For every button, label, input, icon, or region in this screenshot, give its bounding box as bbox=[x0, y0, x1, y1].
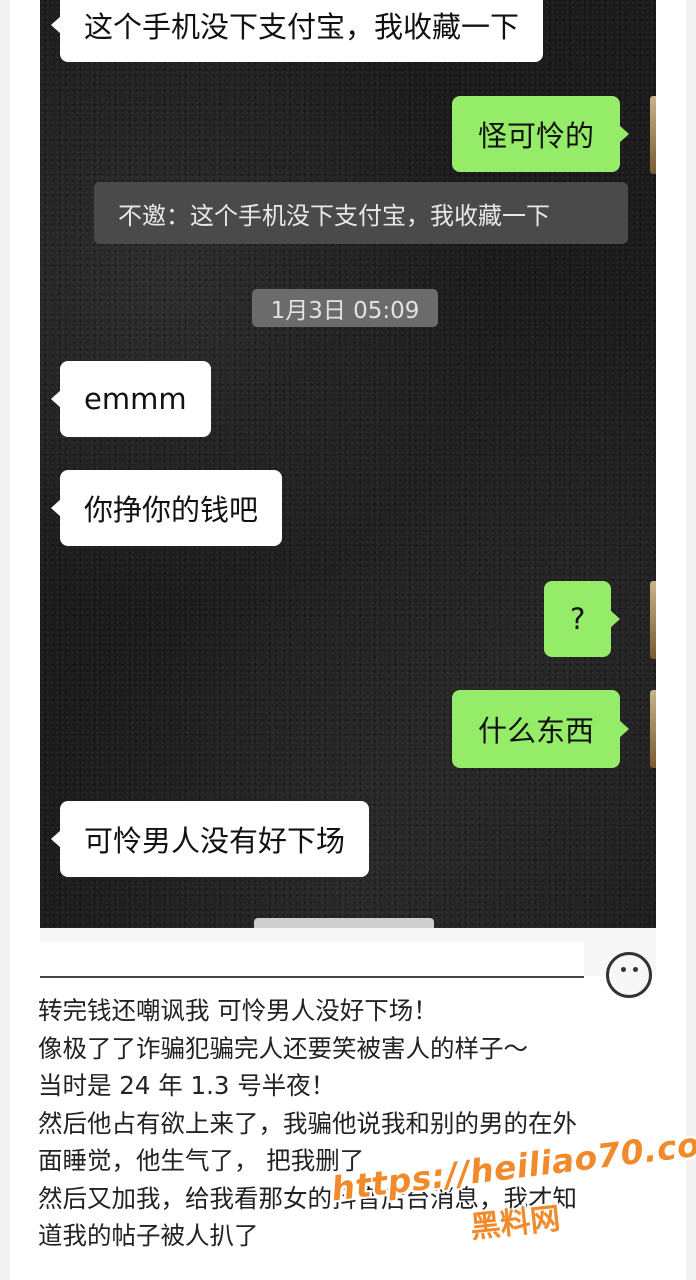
message-text: 你挣你的钱吧 bbox=[84, 493, 259, 527]
chat-input-bar bbox=[40, 928, 656, 998]
message-bubble-incoming[interactable]: 可怜男人没有好下场 bbox=[50, 801, 370, 877]
message-bubble-outgoing[interactable]: ? bbox=[544, 581, 621, 657]
message-text: 可怜男人没有好下场 bbox=[84, 824, 346, 858]
watermark-site-name: 黑料网 bbox=[468, 1201, 562, 1246]
message-bubble-incoming[interactable]: 你挣你的钱吧 bbox=[50, 470, 283, 546]
own-avatar[interactable] bbox=[650, 690, 656, 768]
emoji-eye bbox=[621, 967, 626, 972]
own-avatar[interactable] bbox=[650, 96, 656, 174]
post-caption: 转完钱还嘲讽我 可怜男人没好下场！ 像极了了诈骗犯骗完人还要笑被害人的样子～ 当… bbox=[38, 992, 658, 1255]
quoted-message[interactable]: 不邀：这个手机没下支付宝，我收藏一下 bbox=[94, 182, 628, 244]
message-bubble-incoming[interactable]: emmm bbox=[51, 361, 211, 437]
timestamp-text: 1月3日 05:09 bbox=[270, 298, 420, 324]
message-bubble-incoming[interactable]: 这个手机没下支付宝，我收藏一下 bbox=[50, 0, 544, 62]
chat-timestamp: 1月3日 05:09 bbox=[252, 289, 438, 327]
message-text: 什么东西 bbox=[478, 714, 595, 748]
message-text: ? bbox=[570, 602, 586, 636]
quoted-text: 不邀：这个手机没下支付宝，我收藏一下 bbox=[118, 201, 550, 230]
caption-line: 然后他占有欲上来了，我骗他说我和别的男的在外 bbox=[38, 1108, 577, 1138]
page-margin-left bbox=[0, 0, 10, 1280]
page-margin-right bbox=[686, 0, 696, 1280]
message-text: emmm bbox=[84, 382, 187, 416]
caption-line: 当时是 24 年 1.3 号半夜！ bbox=[38, 1071, 336, 1100]
scroll-indicator bbox=[254, 918, 434, 928]
emoji-eye bbox=[633, 967, 638, 972]
chat-screenshot: 这个手机没下支付宝，我收藏一下 怪可怜的 不邀：这个手机没下支付宝，我收藏一下 … bbox=[40, 0, 656, 928]
own-avatar[interactable] bbox=[650, 581, 656, 659]
message-bubble-outgoing[interactable]: 什么东西 bbox=[452, 690, 630, 768]
message-text: 这个手机没下支付宝，我收藏一下 bbox=[84, 10, 520, 44]
caption-line: 像极了了诈骗犯骗完人还要笑被害人的样子～ bbox=[38, 1033, 528, 1063]
caption-line: 转完钱还嘲讽我 可怜男人没好下场！ bbox=[38, 996, 438, 1025]
caption-line: 道我的帖子被人扒了 bbox=[38, 1221, 259, 1250]
message-bubble-outgoing[interactable]: 怪可怜的 bbox=[452, 96, 630, 172]
message-input[interactable] bbox=[40, 942, 584, 978]
message-text: 怪可怜的 bbox=[478, 119, 595, 153]
